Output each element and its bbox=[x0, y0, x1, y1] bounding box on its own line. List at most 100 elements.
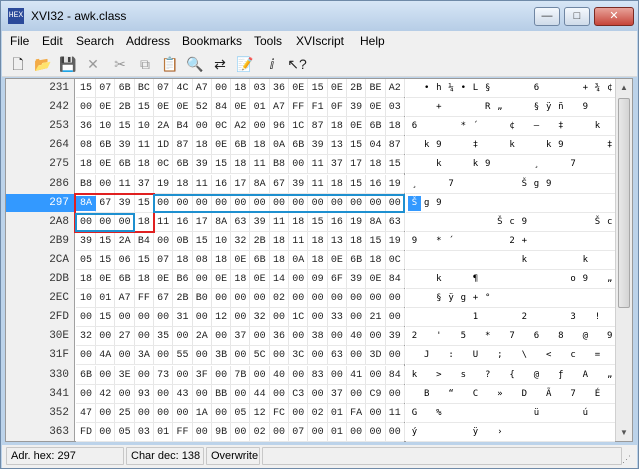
hex-cell[interactable]: 00 bbox=[346, 310, 366, 325]
text-cell[interactable] bbox=[518, 272, 531, 287]
hex-cell[interactable]: 10 bbox=[134, 119, 154, 134]
text-cell[interactable] bbox=[420, 234, 433, 249]
text-cell[interactable] bbox=[530, 272, 543, 287]
hex-cell[interactable]: 00 bbox=[269, 348, 289, 363]
hex-cell[interactable]: 2B bbox=[346, 81, 366, 96]
text-cell[interactable]: k bbox=[432, 157, 445, 172]
text-cell[interactable] bbox=[518, 368, 531, 383]
text-cell[interactable] bbox=[481, 310, 494, 325]
hex-cell[interactable]: 18 bbox=[173, 253, 193, 268]
text-cell[interactable] bbox=[506, 348, 519, 363]
text-cell[interactable] bbox=[518, 157, 531, 172]
hex-cell[interactable]: 00 bbox=[385, 425, 405, 440]
text-cell[interactable]: : bbox=[445, 348, 458, 363]
hex-cell[interactable]: 18 bbox=[327, 177, 347, 192]
script-icon[interactable]: 📝 bbox=[235, 54, 255, 74]
hex-cell[interactable]: 14 bbox=[269, 272, 289, 287]
hex-cell[interactable]: 00 bbox=[346, 291, 366, 306]
text-cell[interactable]: ! bbox=[591, 310, 604, 325]
hex-cell[interactable]: 00 bbox=[192, 387, 212, 402]
text-cell[interactable]: + bbox=[518, 234, 531, 249]
text-cell[interactable] bbox=[579, 425, 592, 440]
hex-cell[interactable]: 18 bbox=[134, 157, 154, 172]
hex-cell[interactable]: 6B bbox=[173, 157, 193, 172]
text-cell[interactable] bbox=[493, 119, 506, 134]
vertical-scrollbar[interactable]: ▲ ▼ bbox=[615, 79, 632, 441]
hex-cell[interactable]: 18 bbox=[134, 272, 154, 287]
hex-cell[interactable]: 00 bbox=[308, 348, 328, 363]
scroll-down-arrow-icon[interactable]: ▼ bbox=[616, 424, 632, 441]
hex-cell[interactable]: 6B bbox=[95, 138, 115, 153]
hex-cell[interactable]: 0E bbox=[346, 119, 366, 134]
hex-cell[interactable]: 11 bbox=[115, 177, 135, 192]
hex-cell[interactable]: 6B bbox=[288, 138, 308, 153]
text-cell[interactable] bbox=[567, 215, 580, 230]
text-cell[interactable]: D bbox=[518, 387, 531, 402]
text-cell[interactable] bbox=[530, 291, 543, 306]
text-cell[interactable] bbox=[481, 215, 494, 230]
find-magnifier-icon[interactable]: 🔍 bbox=[185, 54, 205, 74]
text-cell[interactable] bbox=[408, 81, 421, 96]
text-cell[interactable] bbox=[542, 329, 555, 344]
text-cell[interactable] bbox=[591, 196, 604, 211]
hex-cell[interactable]: 15 bbox=[95, 234, 115, 249]
hex-cell[interactable]: 00 bbox=[366, 368, 386, 383]
hex-cell[interactable]: 18 bbox=[385, 119, 405, 134]
text-cell[interactable]: Ã bbox=[542, 387, 555, 402]
hex-cell[interactable]: 01 bbox=[327, 425, 347, 440]
text-cell[interactable]: Š bbox=[408, 195, 421, 211]
text-cell[interactable] bbox=[591, 425, 604, 440]
hex-cell[interactable]: 31 bbox=[173, 310, 193, 325]
text-cell[interactable]: + bbox=[469, 291, 482, 306]
copy-icon[interactable]: ⧉ bbox=[135, 54, 155, 74]
hex-cell[interactable]: 00 bbox=[327, 368, 347, 383]
text-cell[interactable] bbox=[579, 157, 592, 172]
text-cell[interactable] bbox=[445, 329, 458, 344]
text-cell[interactable] bbox=[554, 272, 567, 287]
text-cell[interactable] bbox=[493, 157, 506, 172]
hex-cell[interactable]: 16 bbox=[173, 215, 193, 230]
text-cell[interactable] bbox=[457, 100, 470, 115]
hex-cell[interactable]: A7 bbox=[269, 100, 289, 115]
hex-cell[interactable]: 18 bbox=[211, 253, 231, 268]
hex-cell[interactable]: 08 bbox=[192, 253, 212, 268]
text-cell[interactable] bbox=[542, 406, 555, 421]
text-cell[interactable]: ? bbox=[481, 368, 494, 383]
menu-edit[interactable]: Edit bbox=[42, 34, 63, 48]
hex-cell[interactable]: 00 bbox=[153, 310, 173, 325]
text-cell[interactable] bbox=[445, 196, 458, 211]
hex-cell[interactable]: 39 bbox=[346, 272, 366, 287]
text-cell[interactable] bbox=[506, 81, 519, 96]
hex-cell[interactable]: 18 bbox=[192, 138, 212, 153]
hex-cell[interactable]: 00 bbox=[134, 310, 154, 325]
text-cell[interactable] bbox=[445, 119, 458, 134]
hex-cell[interactable]: 37 bbox=[327, 387, 347, 402]
hex-cell[interactable]: 00 bbox=[250, 329, 270, 344]
hex-cell[interactable]: 83 bbox=[308, 368, 328, 383]
hex-cell[interactable]: 0E bbox=[327, 253, 347, 268]
hex-cell[interactable]: A7 bbox=[115, 291, 135, 306]
hex-cell[interactable]: 16 bbox=[366, 177, 386, 192]
text-cell[interactable] bbox=[530, 234, 543, 249]
text-cell[interactable]: C bbox=[469, 387, 482, 402]
text-cell[interactable]: + bbox=[432, 100, 445, 115]
text-cell[interactable]: h bbox=[432, 81, 445, 96]
hex-pane[interactable]: 15 07 6B BC 07 4C A7 00 18 03 36 0E 15 0E 2B BE A2 00 0E 2B… bbox=[74, 79, 405, 442]
hex-cell[interactable]: 32 bbox=[250, 310, 270, 325]
text-cell[interactable] bbox=[506, 272, 519, 287]
hex-cell[interactable]: 15 bbox=[346, 177, 366, 192]
text-cell[interactable]: 9 bbox=[408, 234, 421, 249]
hex-cell[interactable]: 15 bbox=[346, 138, 366, 153]
text-cell[interactable]: ý bbox=[408, 425, 421, 440]
text-cell[interactable] bbox=[432, 425, 445, 440]
hex-cell[interactable]: 10 bbox=[76, 291, 96, 306]
text-cell[interactable] bbox=[518, 81, 531, 96]
hex-cell[interactable]: BE bbox=[366, 81, 386, 96]
hex-cell[interactable]: 63 bbox=[385, 215, 405, 230]
hex-cell[interactable]: 7B bbox=[230, 368, 250, 383]
text-cell[interactable] bbox=[457, 157, 470, 172]
text-cell[interactable] bbox=[457, 348, 470, 363]
hex-cell[interactable]: 00 bbox=[173, 368, 193, 383]
hex-cell[interactable]: 0E bbox=[173, 100, 193, 115]
hex-cell[interactable]: 2A bbox=[153, 119, 173, 134]
